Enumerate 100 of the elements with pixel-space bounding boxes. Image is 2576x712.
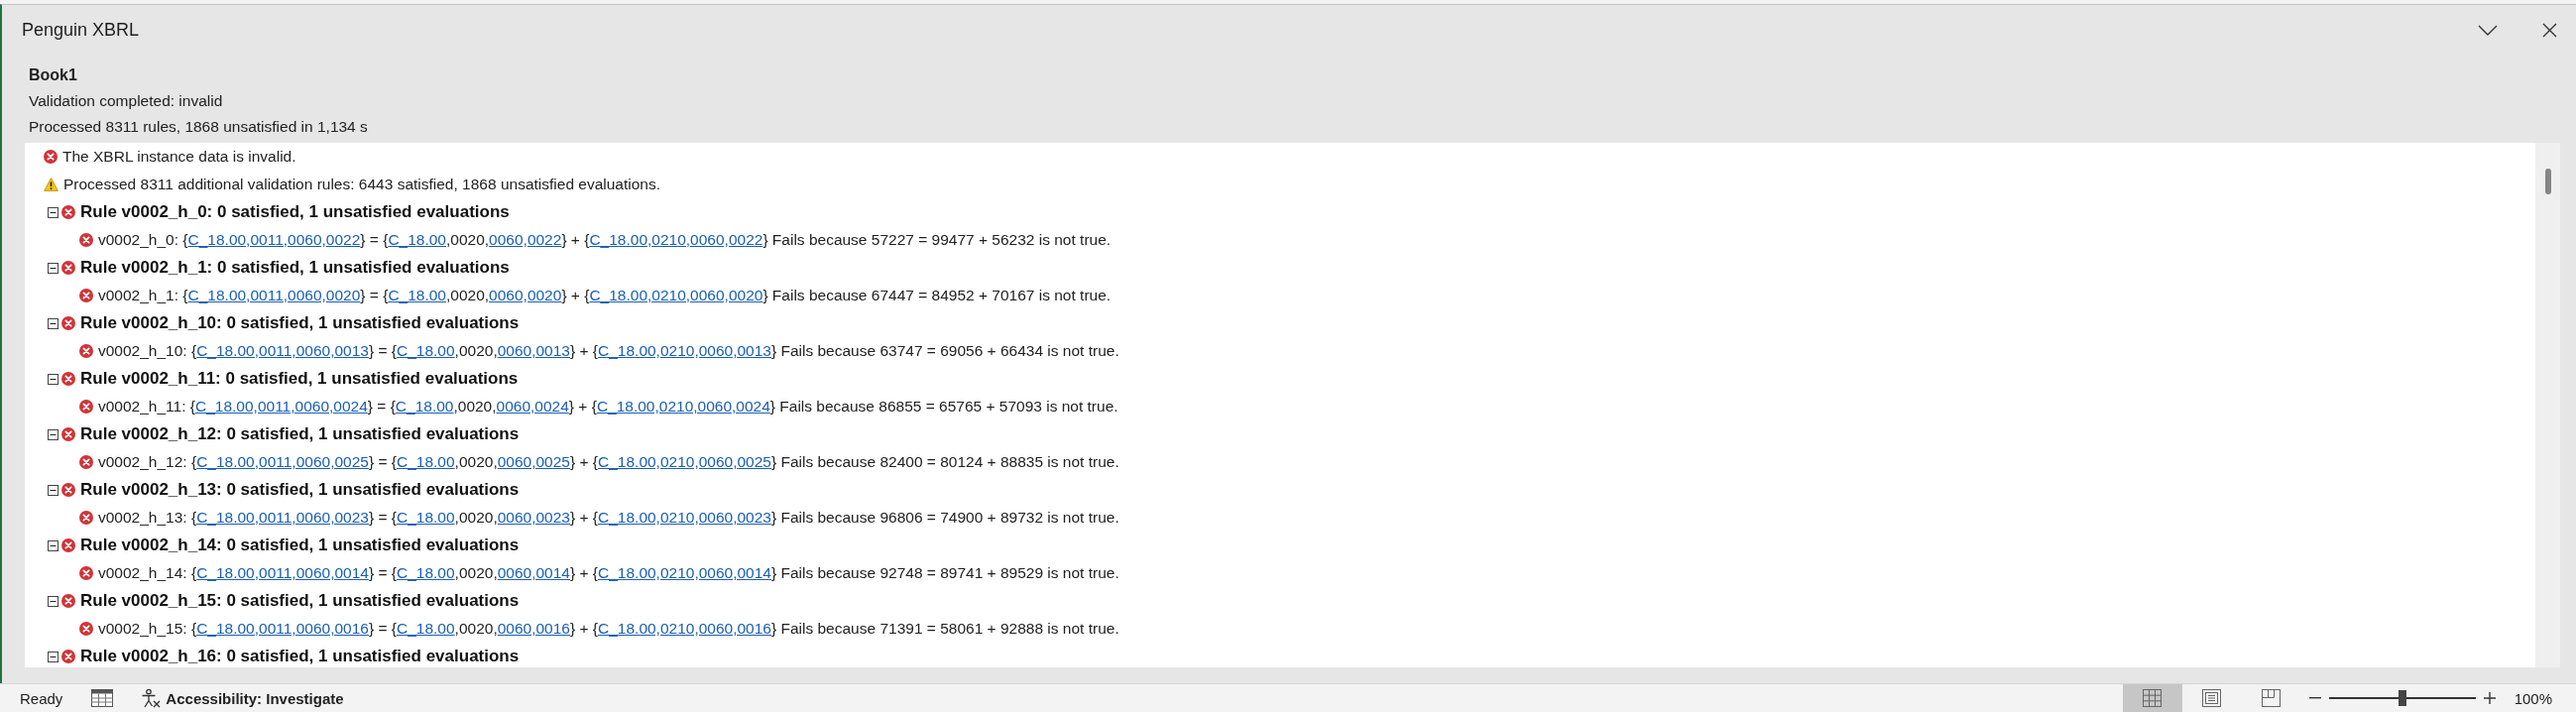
error-icon: [61, 538, 75, 552]
fact-link[interactable]: C_18.00,0011,0060,0024: [195, 398, 368, 415]
fact-link[interactable]: C_18.00,0011,0060,0016: [196, 620, 369, 637]
fact-link[interactable]: C_18.00,0011,0060,0022: [187, 231, 361, 248]
workbook-name: Book1: [29, 65, 77, 85]
error-icon: [79, 400, 93, 414]
scrollbar-thumb[interactable]: [2545, 169, 2551, 194]
message-text: The XBRL instance data is invalid.: [62, 148, 296, 166]
fact-link[interactable]: 0060,0025: [497, 453, 570, 470]
error-icon: [61, 261, 75, 275]
error-icon: [79, 233, 93, 247]
warning-icon: [44, 178, 59, 191]
rule-title: Rule v0002_h_0: 0 satisfied, 1 unsatisfied evaluations: [80, 202, 510, 222]
rule-title: Rule v0002_h_1: 0 satisfied, 1 unsatisfied evaluations: [80, 258, 510, 278]
validation-summary: Processed 8311 rules, 1868 unsatisfied in 1,134 s: [29, 117, 368, 137]
rule-title: Rule v0002_h_14: 0 satisfied, 1 unsatisfied evaluations: [80, 535, 520, 555]
collapse-icon[interactable]: [48, 484, 59, 496]
normal-view-button[interactable]: [2122, 684, 2182, 712]
accessibility-button[interactable]: Accessibility: Investigate: [141, 688, 344, 708]
rule-title: Rule v0002_h_11: 0 satisfied, 1 unsatisfied evaluations: [80, 369, 519, 389]
fact-link[interactable]: 0060,0024: [496, 398, 569, 415]
error-icon: [61, 594, 75, 608]
collapse-icon[interactable]: [48, 428, 59, 440]
fact-link[interactable]: C_18.00,0210,0060,0025: [598, 453, 771, 470]
error-icon: [79, 622, 93, 636]
fact-link[interactable]: C_18.00,0011,0060,0023: [196, 509, 369, 526]
collapse-icon[interactable]: [48, 206, 59, 218]
error-icon: [44, 150, 58, 164]
collapse-icon[interactable]: [48, 262, 59, 274]
plus-icon: [2483, 692, 2496, 704]
fact-link[interactable]: C_18.00,0210,0060,0016: [598, 620, 771, 637]
panels-icon: [2262, 689, 2282, 707]
fact-link[interactable]: C_18.00: [397, 509, 455, 526]
fact-link[interactable]: C_18.00: [388, 287, 446, 303]
fact-link[interactable]: C_18.00,0011,0060,0025: [196, 453, 369, 470]
collapse-icon[interactable]: [48, 651, 59, 662]
collapse-icon[interactable]: [48, 539, 59, 551]
fact-link[interactable]: C_18.00: [397, 564, 455, 581]
minus-icon: [2308, 697, 2321, 699]
evaluation-message: v0002_h_1: {C_18.00,0011,0060,0020} = {C_18.00,0020,0060,0020} + {C_18.00,0210,0060,0020} Fails because 67447 = 84952 + 70167 is not true.: [98, 287, 1112, 304]
scrollbar[interactable]: [2535, 143, 2560, 667]
collapse-icon[interactable]: [48, 595, 59, 607]
grid-icon: [2143, 689, 2163, 707]
fact-link[interactable]: 0060,0022: [489, 231, 562, 248]
error-icon: [61, 427, 75, 441]
collapse-icon[interactable]: [48, 373, 59, 385]
rule-title: Rule v0002_h_12: 0 satisfied, 1 unsatisfied evaluations: [80, 424, 520, 444]
fact-link[interactable]: C_18.00,0210,0060,0013: [598, 342, 771, 359]
fact-link[interactable]: 0060,0023: [497, 509, 570, 526]
error-icon: [61, 372, 75, 386]
chevron-down-icon: [2478, 24, 2498, 36]
fact-link[interactable]: C_18.00,0210,0060,0014: [598, 564, 771, 581]
error-icon: [79, 455, 93, 469]
fact-link[interactable]: 0060,0016: [497, 620, 570, 637]
fact-link[interactable]: C_18.00,0011,0060,0013: [196, 342, 369, 359]
pane-title: Penguin XBRL: [22, 19, 140, 41]
error-icon: [79, 344, 93, 358]
zoom-in-button[interactable]: [2483, 692, 2496, 704]
fact-link[interactable]: C_18.00,0210,0060,0023: [598, 509, 771, 526]
fact-link[interactable]: C_18.00,0011,0060,0020: [187, 287, 361, 303]
fact-link[interactable]: C_18.00: [397, 342, 455, 359]
evaluation-message: v0002_h_15: {C_18.00,0011,0060,0016} = {C_18.00,0020,0060,0016} + {C_18.00,0210,0060,0016} Fails because 71391 = 58061 + 92888 is not true.: [98, 620, 1119, 638]
fact-link[interactable]: C_18.00,0210,0060,0022: [589, 231, 763, 248]
evaluation-message: v0002_h_10: {C_18.00,0011,0060,0013} = {C_18.00,0020,0060,0013} + {C_18.00,0210,0060,0013} Fails because 63747 = 69056 + 66434 is not true.: [98, 342, 1119, 360]
fact-link[interactable]: C_18.00,0011,0060,0014: [196, 564, 369, 581]
message-text: Processed 8311 additional validation rules: 6443 satisfied, 1868 unsatisfied evaluations.: [63, 176, 661, 193]
fact-link[interactable]: C_18.00: [395, 398, 454, 415]
zoom-percentage[interactable]: 100%: [2514, 689, 2552, 707]
evaluation-message: v0002_h_14: {C_18.00,0011,0060,0014} = {C_18.00,0020,0060,0014} + {C_18.00,0210,0060,0014} Fails because 92748 = 89741 + 89529 is not true.: [98, 564, 1119, 582]
fact-link[interactable]: 0060,0014: [497, 564, 570, 581]
fact-link[interactable]: C_18.00: [388, 231, 446, 248]
error-icon: [79, 511, 93, 525]
rule-title: Rule v0002_h_13: 0 satisfied, 1 unsatisfied evaluations: [80, 480, 520, 500]
error-icon: [61, 316, 75, 330]
fact-link[interactable]: C_18.00,0210,0060,0024: [596, 398, 770, 415]
error-icon: [61, 205, 75, 219]
evaluation-message: v0002_h_12: {C_18.00,0011,0060,0025} = {C_18.00,0020,0060,0025} + {C_18.00,0210,0060,0025} Fails because 82400 = 80124 + 88835 is not true.: [98, 453, 1119, 471]
error-icon: [79, 566, 93, 580]
collapse-icon[interactable]: [48, 317, 59, 329]
close-icon: [2541, 22, 2557, 38]
fact-link[interactable]: 0060,0020: [489, 287, 562, 303]
document-icon: [2202, 689, 2222, 707]
evaluation-message: v0002_h_13: {C_18.00,0011,0060,0023} = {C_18.00,0020,0060,0023} + {C_18.00,0210,0060,0023} Fails because 96806 = 74900 + 89732 is not true.: [98, 509, 1119, 527]
fact-link[interactable]: C_18.00: [397, 453, 455, 470]
fact-link[interactable]: C_18.00,0210,0060,0020: [589, 287, 763, 303]
evaluation-message: v0002_h_11: {C_18.00,0011,0060,0024} = {C_18.00,0020,0060,0024} + {C_18.00,0210,0060,0024} Fails because 86855 = 65765 + 57093 is not true.: [98, 398, 1118, 415]
accessibility-icon: [141, 688, 162, 708]
fact-link[interactable]: C_18.00: [397, 620, 455, 637]
slider-thumb[interactable]: [2398, 690, 2406, 706]
error-icon: [61, 650, 75, 663]
status-mode: Ready: [20, 689, 63, 707]
rule-title: Rule v0002_h_10: 0 satisfied, 1 unsatisfied evaluations: [80, 313, 520, 333]
rule-title: Rule v0002_h_15: 0 satisfied, 1 unsatisfied evaluations: [80, 591, 520, 611]
error-icon: [61, 483, 75, 497]
error-icon: [79, 289, 93, 302]
evaluation-message: v0002_h_0: {C_18.00,0011,0060,0022} = {C_18.00,0020,0060,0022} + {C_18.00,0210,0060,0022} Fails because 57227 = 99477 + 56232 is not true.: [98, 231, 1112, 249]
table-icon[interactable]: [91, 689, 114, 707]
validation-status: Validation completed: invalid: [29, 91, 223, 111]
rule-title: Rule v0002_h_16: 0 satisfied, 1 unsatisfied evaluations: [80, 647, 520, 666]
fact-link[interactable]: 0060,0013: [497, 342, 570, 359]
